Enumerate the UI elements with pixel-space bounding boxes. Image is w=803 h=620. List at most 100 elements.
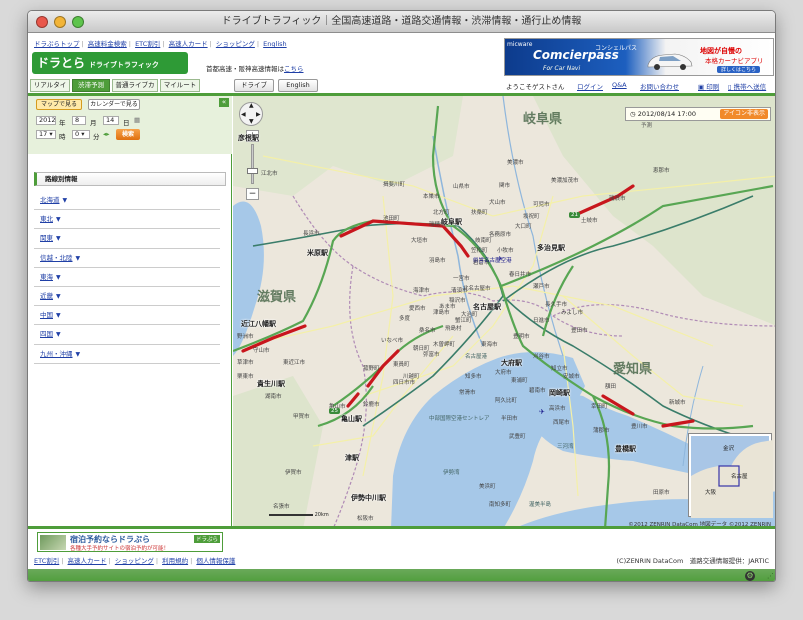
minute-select[interactable]: 0 ▾ <box>72 130 90 139</box>
ad-tagline: For Car Navi <box>543 65 581 72</box>
month-field[interactable]: 8 <box>72 116 86 125</box>
city-label: 美濃市 <box>507 160 524 166</box>
zoom-control: ▲ ▼ ◀ ▶ + − <box>239 102 267 212</box>
city-label: 松阪市 <box>357 516 374 522</box>
zoom-out-button[interactable]: − <box>246 188 259 200</box>
region-kinki[interactable]: 近畿 ▼ <box>34 287 220 307</box>
region-hokkaido[interactable]: 北海道 ▼ <box>34 191 220 211</box>
minimize-window-button[interactable] <box>54 16 66 28</box>
ad-cta[interactable]: 詳しくはこちら <box>717 66 761 73</box>
view-on-map-button[interactable]: マップで見る <box>36 99 82 110</box>
city-label: 海津市 <box>413 288 430 294</box>
chevron-down-icon: ▼ <box>75 254 81 262</box>
footer-link-privacy[interactable]: 個人情報保護 <box>196 557 235 565</box>
top-link-toll-search[interactable]: 高速料金検索 <box>88 40 127 48</box>
region-kyushu-okinawa[interactable]: 九州・沖縄 ▼ <box>34 345 220 364</box>
city-label: 甲賀市 <box>293 414 310 420</box>
city-label: 土岐市 <box>581 218 598 224</box>
zoom-slider-track[interactable] <box>251 144 254 184</box>
region-tohoku[interactable]: 東北 ▼ <box>34 210 220 230</box>
chevron-down-icon: ▼ <box>62 197 68 204</box>
stepper-icon[interactable]: ◂▸ <box>103 130 110 138</box>
hide-icons-button[interactable]: アイコン非表示 <box>720 109 768 119</box>
top-link-home[interactable]: ドラぷらトップ <box>34 40 80 48</box>
english-view-button[interactable]: English <box>278 79 318 92</box>
tab-forecast[interactable]: 渋滞予測 <box>72 79 110 92</box>
region-label: 中国 <box>40 311 53 320</box>
city-label: 草津市 <box>237 360 254 366</box>
city-label: 山県市 <box>453 184 470 190</box>
region-label: 東海 <box>40 272 53 281</box>
tab-my-route[interactable]: マイルート <box>160 79 200 92</box>
footer-link-terms[interactable]: 利用規約 <box>162 557 188 565</box>
station-hikone: 彦根駅 <box>238 134 259 142</box>
zoom-window-button[interactable] <box>72 16 84 28</box>
pref-gifu: 岐阜県 <box>523 112 563 127</box>
region-shinetsu-hokuriku[interactable]: 信越・北陸 ▼ <box>34 249 220 268</box>
footer-link-etc[interactable]: ETC割引 <box>34 557 59 565</box>
view-on-calendar-button[interactable]: カレンダーで見る <box>88 99 140 110</box>
city-label: 名張市 <box>273 504 290 510</box>
city-label: 刈谷市 <box>533 354 550 360</box>
traffic-map[interactable]: ✈ ✈ ▲ ▼ ◀ ▶ + − ◷ 2012/08/14 17:00 アイコン非… <box>233 96 775 529</box>
city-label: 大治町 <box>461 312 478 318</box>
banner-image <box>40 535 66 550</box>
city-label: 池田町 <box>383 216 400 222</box>
calendar-icon[interactable]: ▦ <box>134 116 140 124</box>
month-label: 月 <box>90 119 97 127</box>
ad-banner[interactable]: micware コンシェルパス Comcierpass For Car Navi… <box>504 38 774 76</box>
collapse-sidebar-button[interactable]: « <box>219 98 229 107</box>
window-title: ドライブトラフィック｜全国高速道路・道路交通情報・渋滞情報・通行止め情報 <box>221 16 582 27</box>
tab-live-camera[interactable]: 普通ライブカメラ <box>112 79 158 100</box>
chevron-down-icon: ▼ <box>56 273 61 281</box>
search-button[interactable]: 検索 <box>116 129 140 140</box>
site-logo[interactable]: ドラとら ドライブトラフィック <box>32 52 188 74</box>
region-kanto[interactable]: 関東 ▼ <box>34 229 220 249</box>
gear-icon[interactable]: ⚙ <box>745 571 755 581</box>
hotel-banner[interactable]: 宿泊予約ならドラぷら 各種大手予約サイトの宿泊予約が可能！ ドラぷら <box>37 532 223 552</box>
city-label: 小牧市 <box>497 248 514 254</box>
close-window-button[interactable] <box>36 16 48 28</box>
footer-links-bar: ETC割引 | 高速人カード | ショッピング | 利用規約 | 個人情報保護 (C)Z… <box>28 555 775 567</box>
chevron-down-icon: ▼ <box>56 331 61 339</box>
airport-label: 県営名古屋空港 <box>473 258 512 264</box>
date-selector-panel: « マップで見る カレンダーで見る 2012 年 8 月 14 日 ▦ 17 ▾… <box>28 96 232 154</box>
send-mobile-label: 携帯へ送信 <box>733 83 767 91</box>
zoom-slider-handle[interactable] <box>247 168 258 174</box>
region-tokai[interactable]: 東海 ▼ <box>34 268 220 287</box>
city-label: 大垣市 <box>411 238 428 244</box>
scale-label: 20km <box>314 512 329 518</box>
region-shikoku[interactable]: 四国 ▼ <box>34 325 220 345</box>
clock-icon: ◷ <box>630 110 636 118</box>
contact-link[interactable]: お問い合わせ <box>640 81 679 91</box>
top-link-english[interactable]: English <box>263 40 286 48</box>
top-link-etc[interactable]: ETC割引 <box>135 40 160 48</box>
hour-select[interactable]: 17 ▾ <box>36 130 56 139</box>
send-mobile-link[interactable]: ▯ 携帯へ送信 <box>728 81 766 91</box>
metro-link[interactable]: こちら <box>284 65 304 73</box>
year-field[interactable]: 2012 <box>36 116 56 125</box>
resize-grip-icon[interactable]: ⋰ <box>767 572 774 580</box>
city-label: 瑞穂市 <box>429 222 446 228</box>
route-shield: 25 <box>329 408 340 414</box>
drive-view-button[interactable]: ドライブ <box>234 79 274 92</box>
top-link-shopping[interactable]: ショッピング <box>216 40 255 48</box>
login-link[interactable]: ログイン <box>577 81 603 91</box>
footer-link-card[interactable]: 高速人カード <box>68 557 107 565</box>
pan-control-icon[interactable]: ▲ ▼ ◀ ▶ <box>239 102 263 126</box>
metro-info: 首都高速・阪神高速情報はこちら <box>206 63 304 73</box>
print-link[interactable]: ▣ 印刷 <box>698 81 719 91</box>
city-label: 湖南市 <box>265 394 282 400</box>
faq-link[interactable]: Q&A <box>612 81 627 89</box>
tab-realtime[interactable]: リアルタイム <box>30 79 70 100</box>
region-label: 東北 <box>40 215 53 224</box>
overview-minimap[interactable]: 金沢 名古屋 大阪 <box>689 434 773 518</box>
city-label: 羽島市 <box>429 258 446 264</box>
region-label: 北海道 <box>40 196 60 204</box>
region-chugoku[interactable]: 中国 ▼ <box>34 306 220 326</box>
minute-label: 分 <box>93 133 100 141</box>
pref-aichi: 愛知県 <box>613 362 653 377</box>
top-link-card[interactable]: 高速人カード <box>169 40 208 48</box>
footer-link-shopping[interactable]: ショッピング <box>115 557 154 565</box>
day-field[interactable]: 14 <box>103 116 119 125</box>
